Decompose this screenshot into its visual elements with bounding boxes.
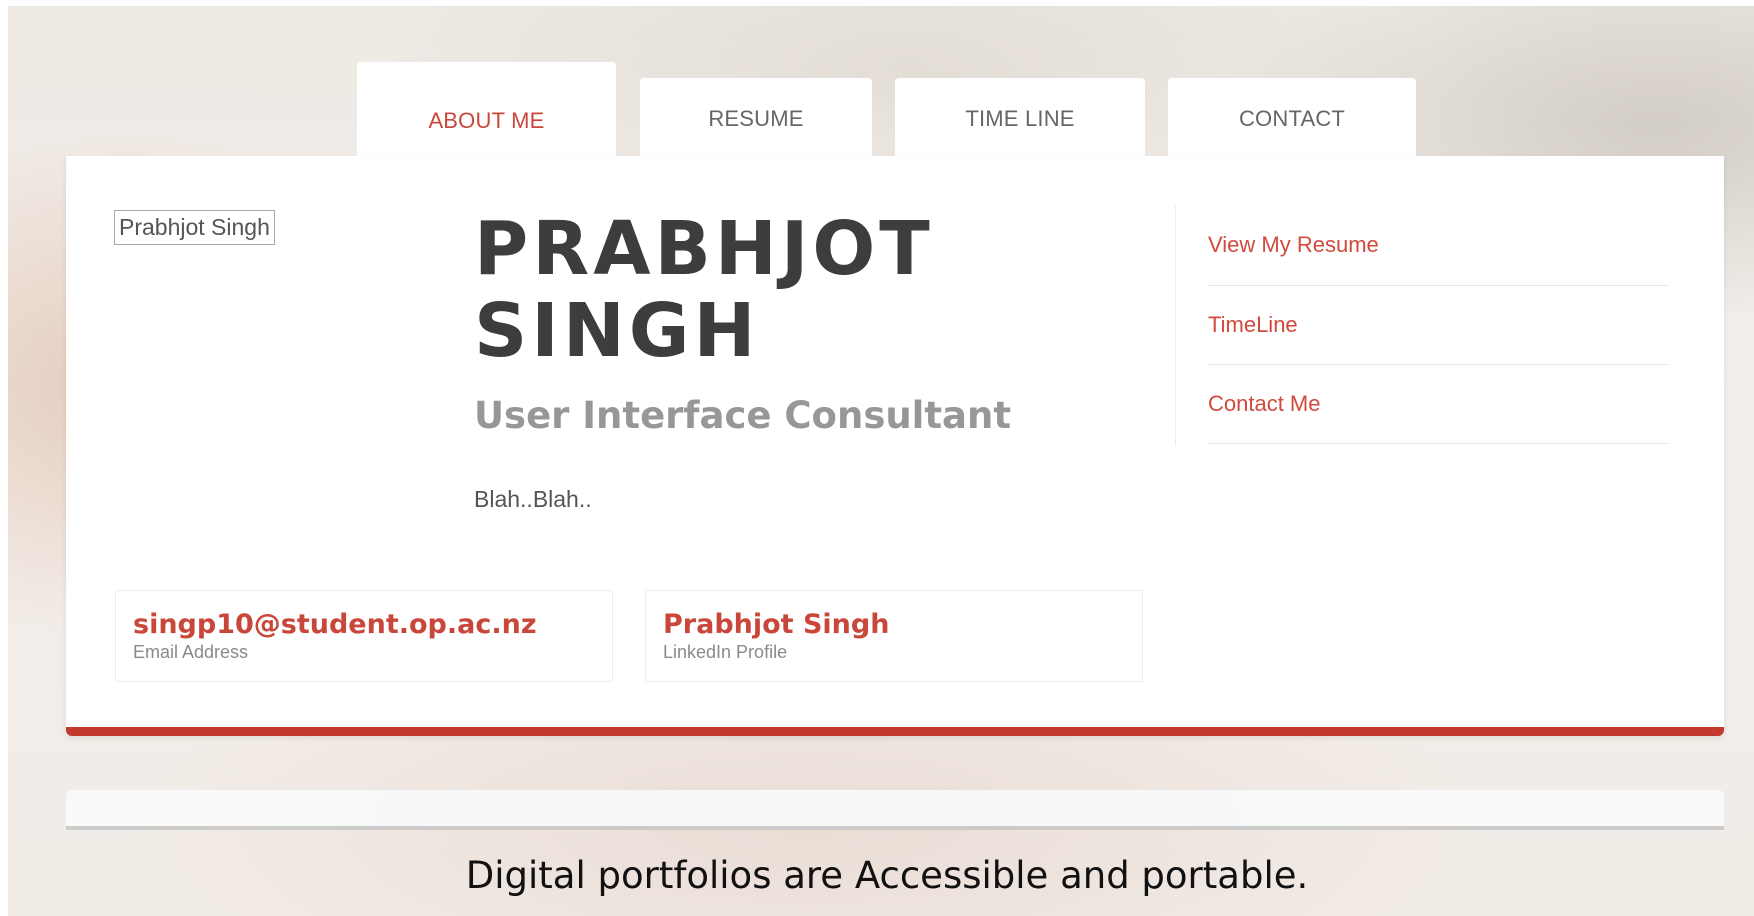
sidebar-link-view-resume[interactable]: View My Resume — [1208, 206, 1669, 286]
slide-caption: Digital portfolios are Accessible and po… — [465, 854, 1309, 897]
linkedin-label: LinkedIn Profile — [663, 642, 788, 662]
sidebar-nav: View My Resume TimeLine Contact Me — [1175, 206, 1669, 446]
about-card: Prabhjot Singh PRABHJOT SINGH User Inter… — [66, 156, 1724, 736]
email-value[interactable]: singp10@student.op.ac.nz — [133, 609, 612, 641]
tab-resume[interactable]: RESUME — [640, 78, 872, 158]
profile-name: PRABHJOT SINGH — [474, 206, 934, 374]
tab-about-me[interactable]: ABOUT ME — [357, 62, 616, 158]
email-box[interactable]: singp10@student.op.ac.nz Email Address — [115, 590, 613, 682]
sidebar-link-contact-me[interactable]: Contact Me — [1208, 365, 1669, 444]
lower-panel — [66, 790, 1724, 830]
profile-photo: Prabhjot Singh — [114, 210, 275, 245]
sidebar-link-timeline[interactable]: TimeLine — [1208, 286, 1669, 365]
linkedin-box[interactable]: Prabhjot Singh LinkedIn Profile — [645, 590, 1143, 682]
tab-contact[interactable]: CONTACT — [1168, 78, 1416, 158]
email-label: Email Address — [133, 642, 249, 662]
tab-time-line[interactable]: TIME LINE — [895, 78, 1145, 158]
profile-bio: Blah..Blah.. — [474, 486, 592, 512]
profile-role: User Interface Consultant — [474, 394, 1012, 437]
linkedin-value[interactable]: Prabhjot Singh — [663, 609, 1142, 641]
